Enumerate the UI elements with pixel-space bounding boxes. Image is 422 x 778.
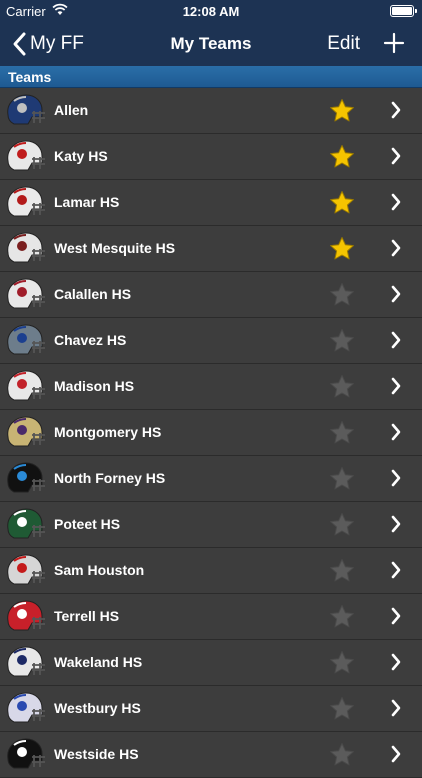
team-name: Allen xyxy=(54,102,89,118)
team-row[interactable]: Montgomery HS xyxy=(0,410,422,456)
team-name: Calallen HS xyxy=(54,286,132,302)
team-row[interactable]: Wakeland HS xyxy=(0,640,422,686)
helmet-icon xyxy=(7,738,45,769)
team-row[interactable]: Calallen HS xyxy=(0,272,422,318)
navigation-bar: My FF My Teams Edit xyxy=(0,22,422,66)
chevron-right-icon xyxy=(391,469,401,487)
section-header-teams: Teams xyxy=(0,66,422,88)
team-name: Lamar HS xyxy=(54,194,120,210)
team-row[interactable]: Westside HS xyxy=(0,732,422,778)
team-row[interactable]: Westbury HS xyxy=(0,686,422,732)
chevron-right-icon xyxy=(391,193,401,211)
chevron-right-icon xyxy=(391,607,401,625)
helmet-icon xyxy=(7,416,45,447)
helmet-icon xyxy=(7,324,45,355)
team-name: Poteet HS xyxy=(54,516,121,532)
helmet-icon xyxy=(7,554,45,585)
unfavorite-star-icon[interactable] xyxy=(329,374,355,399)
helmet-icon xyxy=(7,94,45,125)
chevron-right-icon xyxy=(391,331,401,349)
team-row[interactable]: Madison HS xyxy=(0,364,422,410)
unfavorite-star-icon[interactable] xyxy=(329,558,355,583)
status-bar: Carrier 12:08 AM xyxy=(0,0,422,22)
unfavorite-star-icon[interactable] xyxy=(329,282,355,307)
chevron-right-icon xyxy=(391,423,401,441)
chevron-right-icon xyxy=(391,285,401,303)
helmet-icon xyxy=(7,692,45,723)
favorite-star-icon[interactable] xyxy=(329,236,355,261)
team-name: Sam Houston xyxy=(54,562,145,578)
helmet-icon xyxy=(7,232,45,263)
unfavorite-star-icon[interactable] xyxy=(329,742,355,767)
team-row[interactable]: Terrell HS xyxy=(0,594,422,640)
unfavorite-star-icon[interactable] xyxy=(329,328,355,353)
chevron-right-icon xyxy=(391,699,401,717)
helmet-icon xyxy=(7,600,45,631)
team-row[interactable]: North Forney HS xyxy=(0,456,422,502)
helmet-icon xyxy=(7,186,45,217)
unfavorite-star-icon[interactable] xyxy=(329,420,355,445)
team-row[interactable]: West Mesquite HS xyxy=(0,226,422,272)
chevron-right-icon xyxy=(391,147,401,165)
chevron-right-icon xyxy=(391,239,401,257)
unfavorite-star-icon[interactable] xyxy=(329,604,355,629)
team-name: Terrell HS xyxy=(54,608,120,624)
team-name: West Mesquite HS xyxy=(54,240,176,256)
team-list: Allen Katy HS Lamar HS West Mesquite HS Cala… xyxy=(0,88,422,778)
team-name: Westbury HS xyxy=(54,700,141,716)
team-row[interactable]: Sam Houston xyxy=(0,548,422,594)
unfavorite-star-icon[interactable] xyxy=(329,512,355,537)
chevron-right-icon xyxy=(391,515,401,533)
favorite-star-icon[interactable] xyxy=(329,144,355,169)
helmet-icon xyxy=(7,508,45,539)
team-row[interactable]: Lamar HS xyxy=(0,180,422,226)
team-name: Westside HS xyxy=(54,746,139,762)
team-name: Madison HS xyxy=(54,378,135,394)
chevron-right-icon xyxy=(391,101,401,119)
team-name: Katy HS xyxy=(54,148,108,164)
helmet-icon xyxy=(7,278,45,309)
unfavorite-star-icon[interactable] xyxy=(329,466,355,491)
favorite-star-icon[interactable] xyxy=(329,190,355,215)
helmet-icon xyxy=(7,370,45,401)
team-row[interactable]: Allen xyxy=(0,88,422,134)
chevron-right-icon xyxy=(391,561,401,579)
battery-icon xyxy=(390,5,417,17)
chevron-right-icon xyxy=(391,745,401,763)
status-time: 12:08 AM xyxy=(182,4,240,19)
unfavorite-star-icon[interactable] xyxy=(329,696,355,721)
team-row[interactable]: Poteet HS xyxy=(0,502,422,548)
unfavorite-star-icon[interactable] xyxy=(329,650,355,675)
edit-button[interactable]: Edit xyxy=(327,33,360,55)
add-icon[interactable] xyxy=(382,31,406,55)
helmet-icon xyxy=(7,140,45,171)
team-row[interactable]: Katy HS xyxy=(0,134,422,180)
team-name: Montgomery HS xyxy=(54,424,162,440)
chevron-right-icon xyxy=(391,377,401,395)
team-name: Wakeland HS xyxy=(54,654,143,670)
team-name: Chavez HS xyxy=(54,332,127,348)
helmet-icon xyxy=(7,646,45,677)
team-name: North Forney HS xyxy=(54,470,166,486)
team-row[interactable]: Chavez HS xyxy=(0,318,422,364)
helmet-icon xyxy=(7,462,45,493)
chevron-right-icon xyxy=(391,653,401,671)
favorite-star-icon[interactable] xyxy=(329,98,355,123)
